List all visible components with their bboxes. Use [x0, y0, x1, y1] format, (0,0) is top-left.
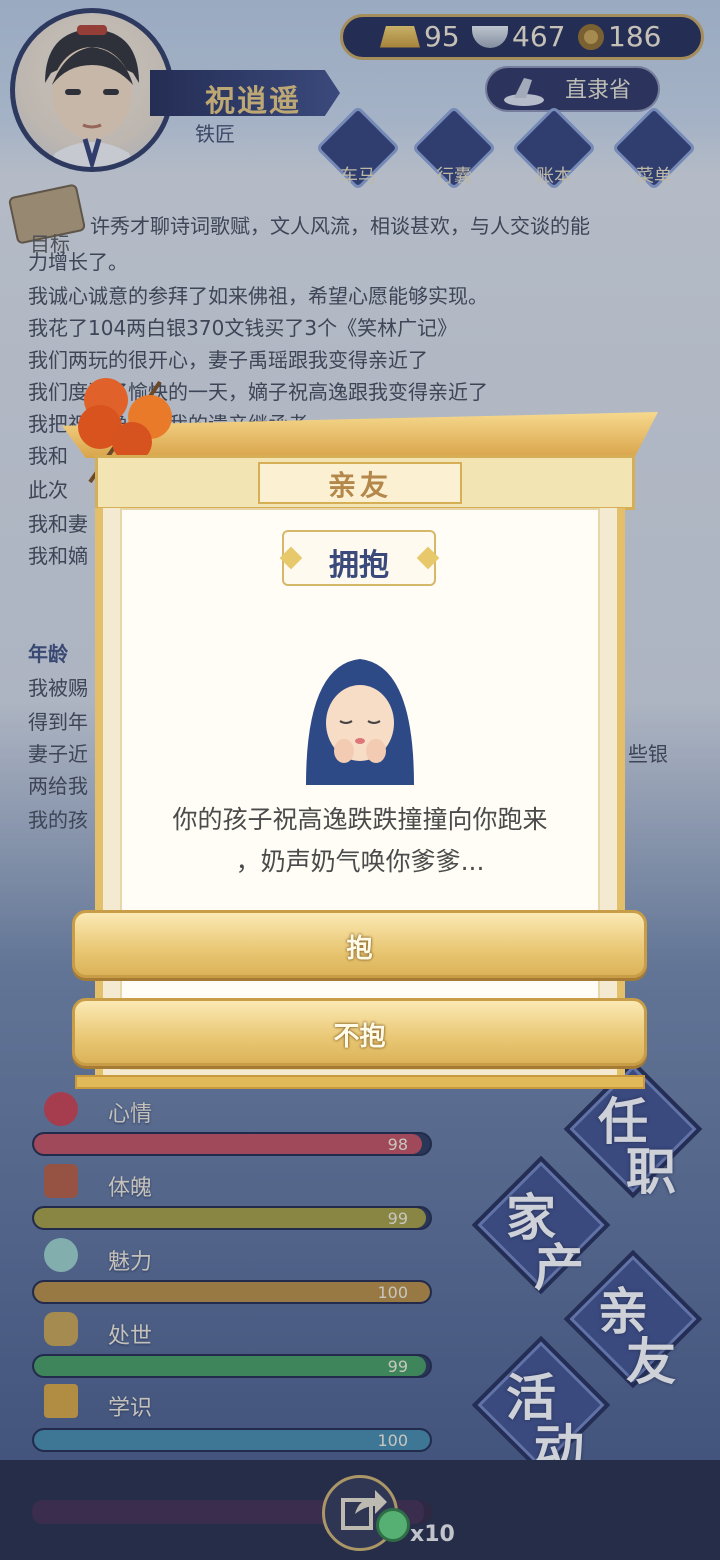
- child-portrait-icon: [300, 655, 420, 795]
- scroll-bottom-rod: [75, 1075, 645, 1089]
- modal-category-title: 亲友: [327, 469, 392, 502]
- event-description-line1: 你的孩子祝高逸跌跌撞撞向你跑来: [172, 805, 548, 834]
- option-no-hug-label: 不抱: [333, 1022, 386, 1052]
- event-title: 拥抱: [329, 548, 389, 583]
- event-description-line2: ，奶声奶气唤你爹爹...: [235, 847, 485, 876]
- option-hug-label: 抱: [346, 934, 373, 964]
